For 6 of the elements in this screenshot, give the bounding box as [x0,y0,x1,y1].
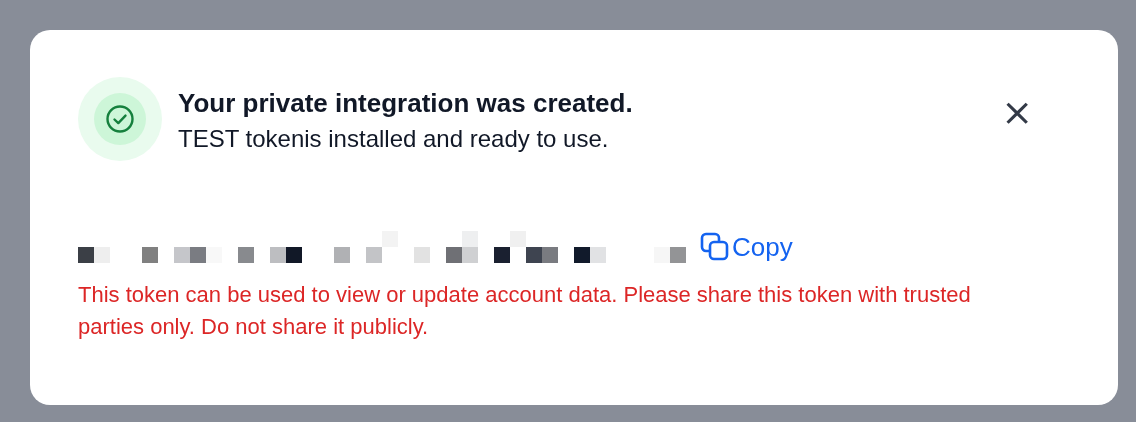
warning-text: This token can be used to view or update account data. Please share this token with trusted parties only. Do not share it publicly. [78,281,972,341]
copy-icon [700,232,730,262]
copy-button[interactable]: Copy [700,231,793,263]
dialog-title: Your private integration was created. [178,87,634,120]
dialog-subtitle: TEST tokenis installed and ready to use. [178,124,610,154]
close-button[interactable]: × [1001,97,1033,127]
